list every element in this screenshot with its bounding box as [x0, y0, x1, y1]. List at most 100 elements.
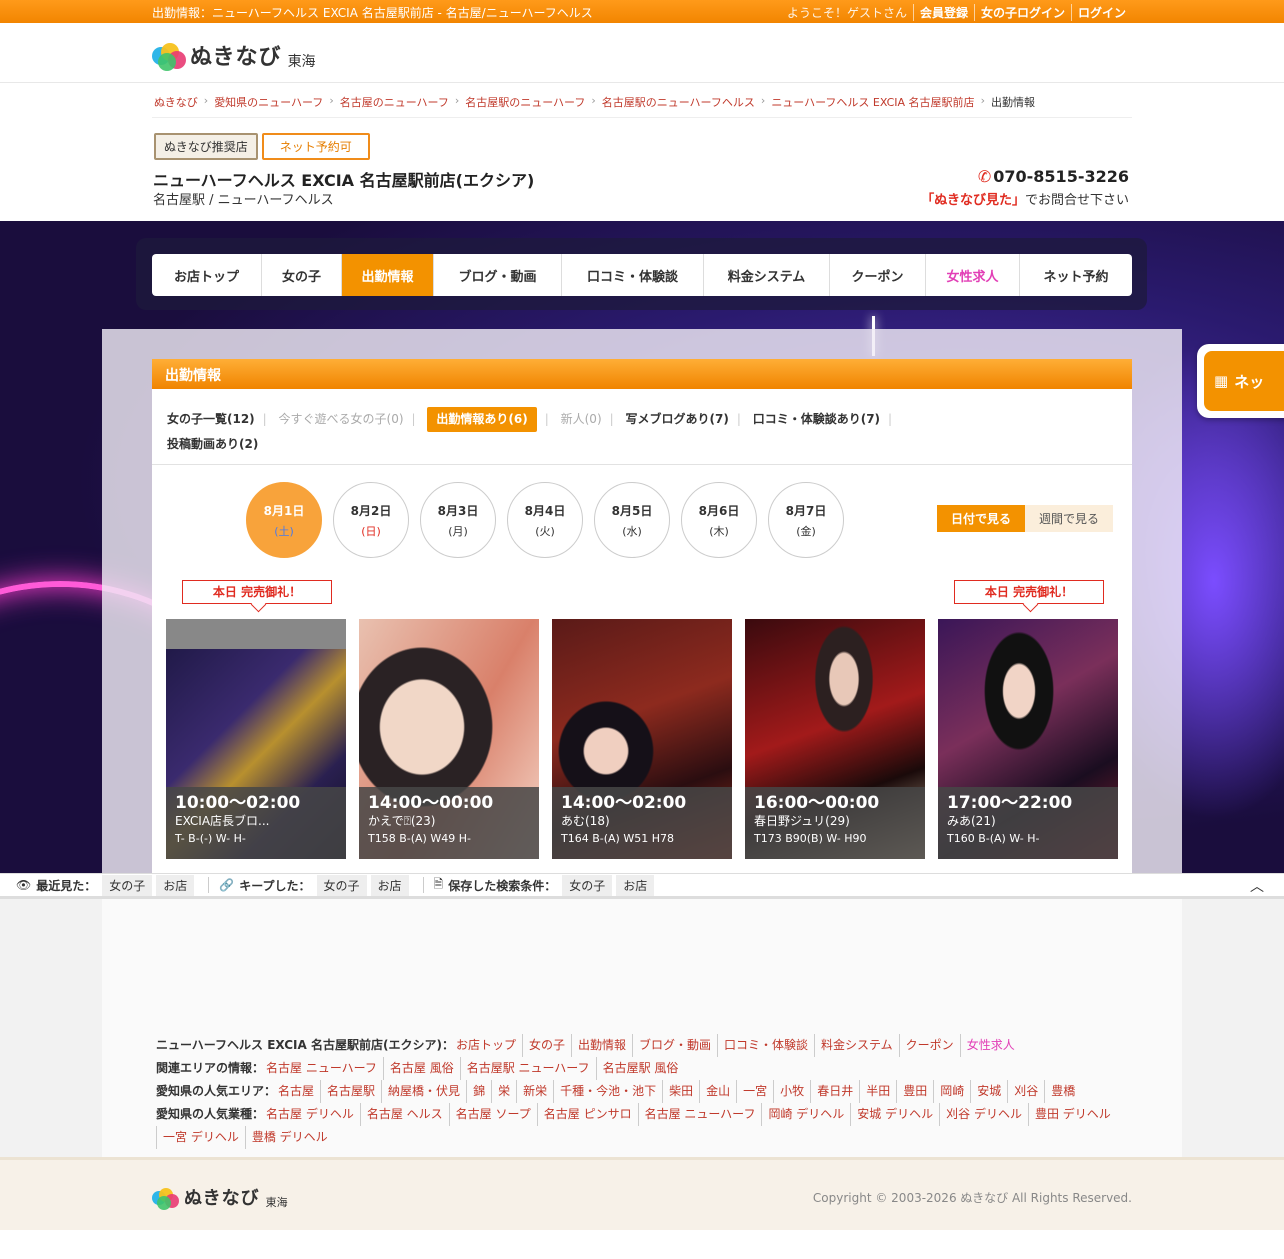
date-button[interactable]: 8月6日 (木)	[681, 482, 757, 558]
breadcrumb-link[interactable]: 名古屋のニューハーフ	[340, 94, 449, 110]
site-logo[interactable]: ぬきなび 東海	[152, 39, 316, 71]
related-link[interactable]: 豊橋 デリヘル	[244, 1126, 334, 1149]
recent-girl-button[interactable]: 女の子	[102, 874, 153, 896]
related-link[interactable]: 料金システム	[814, 1034, 899, 1057]
nav-tab-6[interactable]: クーポン	[830, 254, 926, 296]
related-link[interactable]: 名古屋駅 ニューハーフ	[459, 1057, 596, 1080]
date-button[interactable]: 8月1日 (土)	[246, 482, 322, 558]
related-link[interactable]: 栄	[491, 1080, 516, 1103]
breadcrumb-link[interactable]: 名古屋駅のニューハーフ	[465, 94, 585, 110]
breadcrumb-link[interactable]: ニューハーフヘルス EXCIA 名古屋駅前店	[771, 94, 974, 110]
related-link[interactable]: 女性求人	[959, 1034, 1021, 1057]
related-link[interactable]: 小牧	[773, 1080, 810, 1103]
related-link[interactable]: 名古屋駅	[320, 1080, 381, 1103]
girl-card[interactable]: 14:00〜02:00 あむ(18) T164 B-(A) W51 H78	[552, 619, 732, 859]
related-link[interactable]: クーポン	[898, 1034, 960, 1057]
related-link[interactable]: ブログ・動画	[632, 1034, 717, 1057]
link-row-label: 愛知県の人気エリア：	[156, 1084, 277, 1098]
related-link[interactable]: 千種・今池・池下	[553, 1080, 662, 1103]
filter-now[interactable]: 今すぐ遊べる女の子(0)	[279, 407, 404, 432]
date-button[interactable]: 8月3日 (月)	[420, 482, 496, 558]
breadcrumb-link[interactable]: ぬきなび	[154, 94, 198, 110]
related-link[interactable]: 女の子	[521, 1034, 571, 1057]
collapse-chevron-up-icon[interactable]: ︿	[1250, 876, 1264, 896]
related-link[interactable]: 安城	[970, 1080, 1007, 1103]
related-link[interactable]: 半田	[859, 1080, 896, 1103]
filter-review[interactable]: 口コミ・体験談あり(7)	[753, 407, 880, 432]
nav-tab-8[interactable]: ネット予約	[1020, 254, 1132, 296]
related-link[interactable]: 錦	[466, 1080, 491, 1103]
register-link[interactable]: 会員登録	[912, 4, 974, 21]
related-link[interactable]: 名古屋 ニューハーフ	[637, 1103, 762, 1126]
girl-login-link[interactable]: 女の子ログイン	[973, 4, 1071, 21]
filter-all[interactable]: 女の子一覧(12)	[167, 407, 255, 432]
related-link[interactable]: 口コミ・体験談	[717, 1034, 814, 1057]
related-link[interactable]: 名古屋駅 風俗	[595, 1057, 685, 1080]
girl-card[interactable]: 16:00〜00:00 春日野ジュリ(29) T173 B90(B) W- H90	[745, 619, 925, 859]
phone-number[interactable]: 070-8515-3226	[993, 167, 1129, 186]
recent-shop-button[interactable]: お店	[156, 874, 195, 896]
date-button[interactable]: 8月5日 (水)	[594, 482, 670, 558]
related-link[interactable]: 名古屋 デリヘル	[266, 1103, 360, 1126]
related-link[interactable]: 一宮	[736, 1080, 773, 1103]
nav-tab-0[interactable]: お店トップ	[152, 254, 262, 296]
kept-girl-button[interactable]: 女の子	[316, 874, 367, 896]
related-link[interactable]: 豊田 デリヘル	[1027, 1103, 1117, 1126]
breadcrumb-link[interactable]: 名古屋駅のニューハーフヘルス	[602, 94, 755, 110]
filter-new[interactable]: 新人(0)	[561, 407, 602, 432]
nav-tab-7[interactable]: 女性求人	[926, 254, 1020, 296]
footer-logo[interactable]: ぬきなび 東海	[152, 1184, 288, 1210]
related-link[interactable]: 名古屋 ピンサロ	[536, 1103, 638, 1126]
saved-shop-button[interactable]: お店	[616, 874, 655, 896]
girl-card[interactable]: 10:00〜02:00 EXCIA店長ブロ... T- B-(-) W- H-	[166, 619, 346, 859]
girl-card[interactable]: 17:00〜22:00 みあ(21) T160 B-(A) W- H-	[938, 619, 1118, 859]
related-link[interactable]: お店トップ	[456, 1034, 522, 1057]
side-reserve-tab[interactable]: ▦ ネッ	[1197, 344, 1284, 418]
nav-tab-3[interactable]: ブログ・動画	[434, 254, 562, 296]
view-by-week-button[interactable]: 週間で見る	[1025, 505, 1114, 532]
shop-phone[interactable]: ✆ 070-8515-3226	[978, 167, 1129, 186]
related-link[interactable]: 名古屋 ニューハーフ	[266, 1057, 383, 1080]
related-link[interactable]: 岡崎	[933, 1080, 970, 1103]
related-link[interactable]: 納屋橋・伏見	[381, 1080, 466, 1103]
related-links: ニューハーフヘルス EXCIA 名古屋駅前店(エクシア)： お店トップ 女の子 出勤情…	[156, 1034, 1136, 1149]
saved-girl-button[interactable]: 女の子	[562, 874, 613, 896]
nav-tab-5[interactable]: 料金システム	[704, 254, 830, 296]
related-link[interactable]: 名古屋 風俗	[382, 1057, 460, 1080]
related-link[interactable]: 岡崎 デリヘル	[761, 1103, 850, 1126]
related-link[interactable]: 出勤情報	[570, 1034, 632, 1057]
date-button[interactable]: 8月7日 (金)	[768, 482, 844, 558]
girl-card-list: 10:00〜02:00 EXCIA店長ブロ... T- B-(-) W- H- 14:…	[166, 619, 1118, 859]
related-link[interactable]: 金山	[699, 1080, 736, 1103]
login-link[interactable]: ログイン	[1070, 4, 1132, 21]
nav-tab-4[interactable]: 口コミ・体験談	[562, 254, 704, 296]
related-link[interactable]: 安城 デリヘル	[850, 1103, 939, 1126]
girl-card[interactable]: 14:00〜00:00 かえで⍰(23) T158 B-(A) W49 H-	[359, 619, 539, 859]
related-link[interactable]: 豊田	[896, 1080, 933, 1103]
related-link[interactable]: 春日井	[810, 1080, 859, 1103]
date-button[interactable]: 8月2日 (日)	[333, 482, 409, 558]
breadcrumb-link[interactable]: 愛知県のニューハーフ	[214, 94, 323, 110]
date-button[interactable]: 8月4日 (火)	[507, 482, 583, 558]
kept-shop-button[interactable]: お店	[370, 874, 409, 896]
related-link[interactable]: 柴田	[662, 1080, 699, 1103]
related-link[interactable]: 刈谷 デリヘル	[939, 1103, 1028, 1126]
filter-video[interactable]: 投稿動画あり(2)	[167, 432, 258, 457]
filter-photoblog[interactable]: 写メブログあり(7)	[626, 407, 729, 432]
related-link[interactable]: 一宮 デリヘル	[156, 1126, 245, 1149]
view-toggle: 日付で見る 週間で見る	[937, 505, 1114, 532]
related-link[interactable]: 名古屋	[278, 1080, 320, 1103]
related-link[interactable]: 豊橋	[1044, 1080, 1081, 1103]
view-by-day-button[interactable]: 日付で見る	[937, 505, 1026, 532]
girl-name: かえで⍰(23)	[368, 814, 436, 828]
nav-tab-2[interactable]: 出勤情報	[342, 254, 434, 296]
related-link[interactable]: 刈谷	[1007, 1080, 1044, 1103]
weekday-label: (金)	[796, 524, 816, 538]
breadcrumb-chevron-icon: ›	[591, 94, 596, 107]
nav-tab-1[interactable]: 女の子	[262, 254, 342, 296]
date-selector: 8月1日 (土) 8月2日 (日) 8月3日 (月) 8月4日 (火) 8月5日 (水) 8月6日 (…	[246, 482, 844, 558]
related-link[interactable]: 名古屋 ソープ	[448, 1103, 537, 1126]
related-link[interactable]: 名古屋 ヘルス	[359, 1103, 449, 1126]
filter-working[interactable]: 出勤情報あり(6)	[427, 407, 537, 432]
related-link[interactable]: 新栄	[516, 1080, 553, 1103]
